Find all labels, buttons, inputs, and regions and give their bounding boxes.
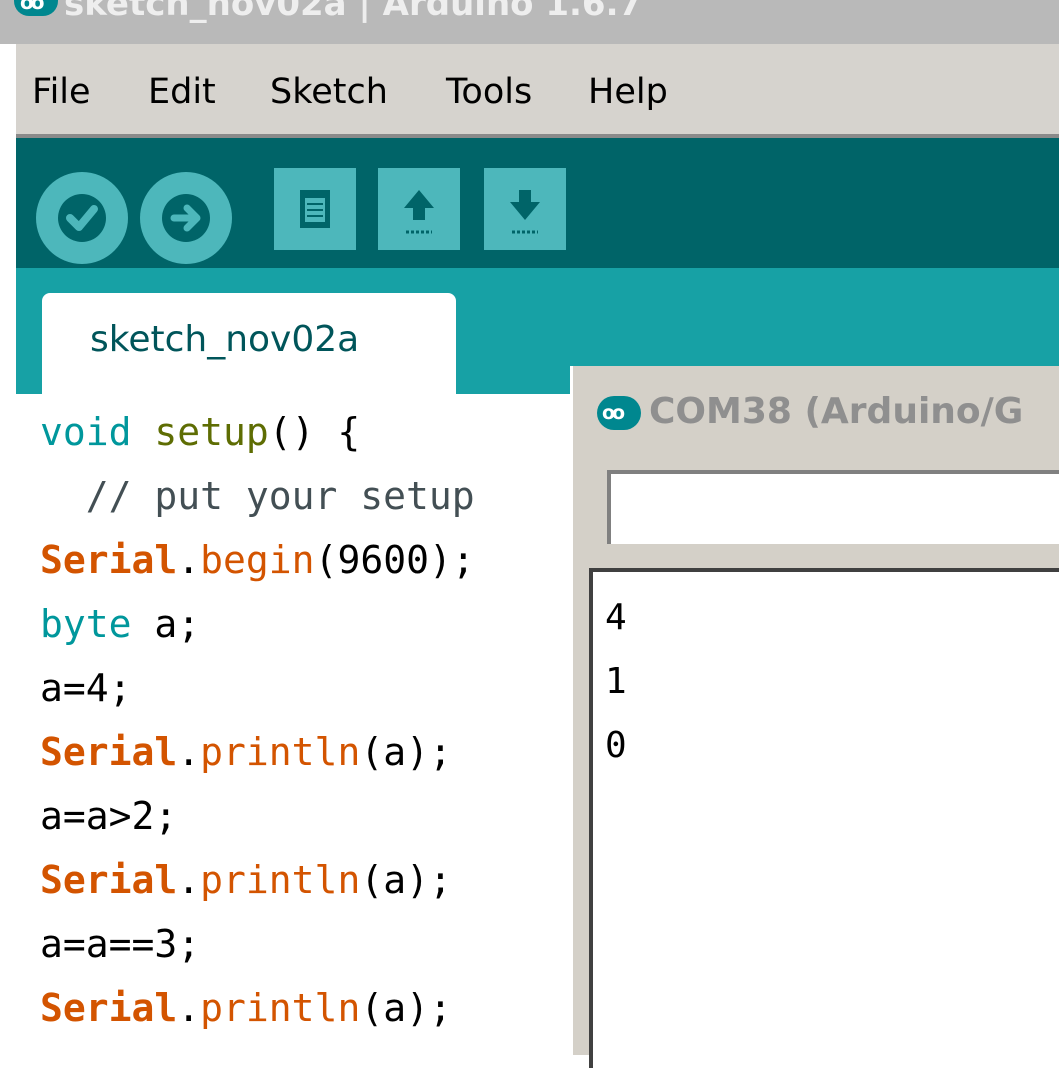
new-sketch-button[interactable] bbox=[274, 168, 356, 250]
arrow-right-icon bbox=[162, 194, 210, 242]
serial-monitor-title: COM38 (Arduino/G bbox=[649, 391, 1024, 432]
code-line-8: Serial.println(a); bbox=[40, 858, 452, 902]
code-line-1: void setup() { bbox=[40, 410, 361, 454]
menu-edit[interactable]: Edit bbox=[148, 72, 216, 112]
window-title: sketch_nov02a | Arduino 1.6.7 bbox=[64, 0, 643, 24]
menu-sketch[interactable]: Sketch bbox=[270, 72, 388, 112]
upload-button[interactable] bbox=[140, 172, 232, 264]
open-button[interactable] bbox=[378, 168, 460, 250]
menu-file[interactable]: File bbox=[32, 72, 91, 112]
serial-monitor-titlebar[interactable]: oo COM38 (Arduino/G bbox=[573, 366, 1059, 458]
tab-sketch[interactable]: sketch_nov02a bbox=[42, 293, 456, 394]
checkmark-icon bbox=[58, 194, 106, 242]
serial-monitor-window[interactable]: oo COM38 (Arduino/G 4 1 0 bbox=[570, 366, 1059, 1068]
toolbar bbox=[16, 138, 1059, 268]
arrow-up-icon bbox=[404, 190, 434, 234]
code-line-10: Serial.println(a); bbox=[40, 986, 452, 1030]
serial-output-line: 4 bbox=[605, 597, 627, 638]
arduino-logo-icon: oo bbox=[597, 396, 641, 430]
code-line-4: byte a; bbox=[40, 602, 201, 646]
arduino-logo-icon: oo bbox=[14, 0, 58, 16]
new-file-icon bbox=[300, 190, 330, 228]
serial-output-line: 1 bbox=[605, 661, 627, 702]
tab-label: sketch_nov02a bbox=[90, 319, 360, 360]
serial-output-line: 0 bbox=[605, 725, 627, 766]
code-line-3: Serial.begin(9600); bbox=[40, 538, 475, 582]
code-editor[interactable]: void setup() { // put your setup Serial.… bbox=[0, 394, 570, 1055]
code-line-7: a=a>2; bbox=[40, 794, 178, 838]
save-button[interactable] bbox=[484, 168, 566, 250]
menu-tools[interactable]: Tools bbox=[446, 72, 532, 112]
menu-help[interactable]: Help bbox=[588, 72, 668, 112]
code-line-6: Serial.println(a); bbox=[40, 730, 452, 774]
window-titlebar[interactable]: oo sketch_nov02a | Arduino 1.6.7 bbox=[0, 0, 1059, 44]
serial-output[interactable]: 4 1 0 bbox=[589, 568, 1059, 1068]
serial-send-input[interactable] bbox=[607, 470, 1059, 544]
arrow-down-icon bbox=[510, 190, 540, 234]
code-line-2: // put your setup bbox=[40, 474, 475, 518]
menu-bar: File Edit Sketch Tools Help bbox=[16, 44, 1059, 138]
code-line-5: a=4; bbox=[40, 666, 132, 710]
code-line-9: a=a==3; bbox=[40, 922, 201, 966]
verify-button[interactable] bbox=[36, 172, 128, 264]
